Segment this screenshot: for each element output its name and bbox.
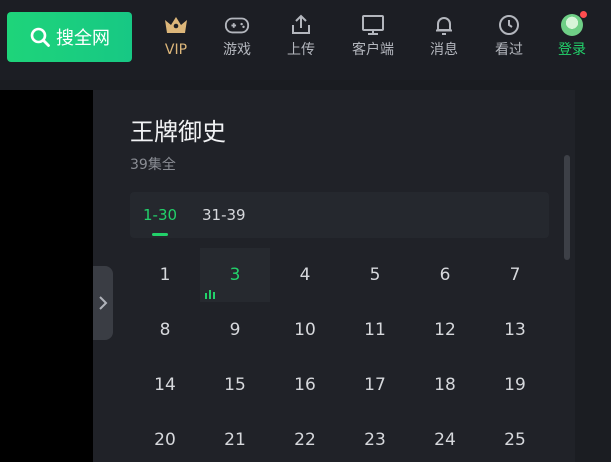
episode-number: 1 [159,265,171,285]
nav-vip[interactable]: VIP [146,12,206,62]
episode-item[interactable]: 4 [270,248,340,302]
nav-upload-label: 上传 [287,42,315,58]
episode-item[interactable]: 9 [200,303,270,357]
crown-icon [163,12,189,38]
bell-icon [431,12,457,38]
monitor-icon [360,12,386,38]
nav-history[interactable]: 看过 [479,12,539,62]
now-playing-icon [205,290,215,299]
episode-number: 23 [364,430,386,450]
episode-number: 16 [294,375,316,395]
gamepad-icon [224,12,250,38]
series-title: 王牌御史 [130,118,226,146]
nav-vip-label: VIP [164,42,188,58]
notification-dot [580,11,587,18]
series-subtitle: 39集全 [130,157,176,173]
episode-number: 11 [364,320,386,340]
episode-item[interactable]: 11 [340,303,410,357]
episode-item[interactable]: 18 [410,358,480,412]
episode-number: 25 [504,430,526,450]
nav-login[interactable]: 登录 [542,11,602,62]
episode-number: 5 [369,265,381,285]
nav-client[interactable]: 客户端 [343,12,403,62]
tab-range-31-39[interactable]: 31-39 [202,206,246,224]
episode-number: 19 [504,375,526,395]
chevron-right-icon [99,296,108,310]
episode-item[interactable]: 19 [480,358,550,412]
episode-number: 4 [299,265,311,285]
episode-item[interactable]: 22 [270,413,340,462]
episode-item[interactable]: 15 [200,358,270,412]
top-navigation-bar: 搜全网 VIP 游戏 上传 客户端 消息 看过 登录 [0,0,611,80]
upload-icon [288,12,314,38]
episode-item[interactable]: 13 [480,303,550,357]
episode-number: 14 [154,375,176,395]
nav-login-label: 登录 [558,42,586,58]
episode-item[interactable]: 14 [130,358,200,412]
episode-item[interactable]: 5 [340,248,410,302]
nav-games[interactable]: 游戏 [207,12,267,62]
episode-item[interactable]: 24 [410,413,480,462]
video-player-area[interactable] [0,90,93,462]
nav-messages[interactable]: 消息 [414,12,474,62]
collapse-panel-toggle[interactable] [93,266,113,340]
episode-scrollbar[interactable] [564,155,570,260]
episode-number: 7 [509,265,521,285]
active-tab-indicator [152,233,168,236]
episode-item[interactable]: 6 [410,248,480,302]
nav-upload[interactable]: 上传 [271,12,331,62]
episode-number: 3 [229,265,241,285]
avatar [561,11,587,36]
search-all-label: 搜全网 [56,28,110,49]
search-all-button[interactable]: 搜全网 [7,12,132,62]
episode-number: 13 [504,320,526,340]
nav-games-label: 游戏 [223,42,251,58]
episode-number: 8 [159,320,171,340]
right-strip [575,90,611,462]
episode-number: 21 [224,430,246,450]
episode-number: 20 [154,430,176,450]
episode-number: 6 [439,265,451,285]
search-icon [29,26,51,48]
nav-history-label: 看过 [495,42,523,58]
episode-item[interactable]: 10 [270,303,340,357]
episode-item[interactable]: 12 [410,303,480,357]
episode-number: 9 [229,320,241,340]
episode-item[interactable]: 17 [340,358,410,412]
episode-item[interactable]: 21 [200,413,270,462]
episode-item[interactable]: 25 [480,413,550,462]
episode-number: 24 [434,430,456,450]
episode-number: 12 [434,320,456,340]
episode-number: 15 [224,375,246,395]
nav-messages-label: 消息 [430,42,458,58]
episode-item[interactable]: 8 [130,303,200,357]
tab-range-1-30[interactable]: 1-30 [143,206,177,224]
episode-item[interactable]: 7 [480,248,550,302]
episode-range-tabs: 1-30 31-39 [130,192,549,238]
episode-item[interactable]: 16 [270,358,340,412]
episode-item[interactable]: 1 [130,248,200,302]
episode-item[interactable]: 20 [130,413,200,462]
episode-number: 22 [294,430,316,450]
episode-number: 10 [294,320,316,340]
episode-number: 18 [434,375,456,395]
episode-item[interactable]: 3 [200,248,270,302]
clock-icon [496,12,522,38]
episode-number: 17 [364,375,386,395]
nav-client-label: 客户端 [352,42,394,58]
episode-item[interactable]: 23 [340,413,410,462]
